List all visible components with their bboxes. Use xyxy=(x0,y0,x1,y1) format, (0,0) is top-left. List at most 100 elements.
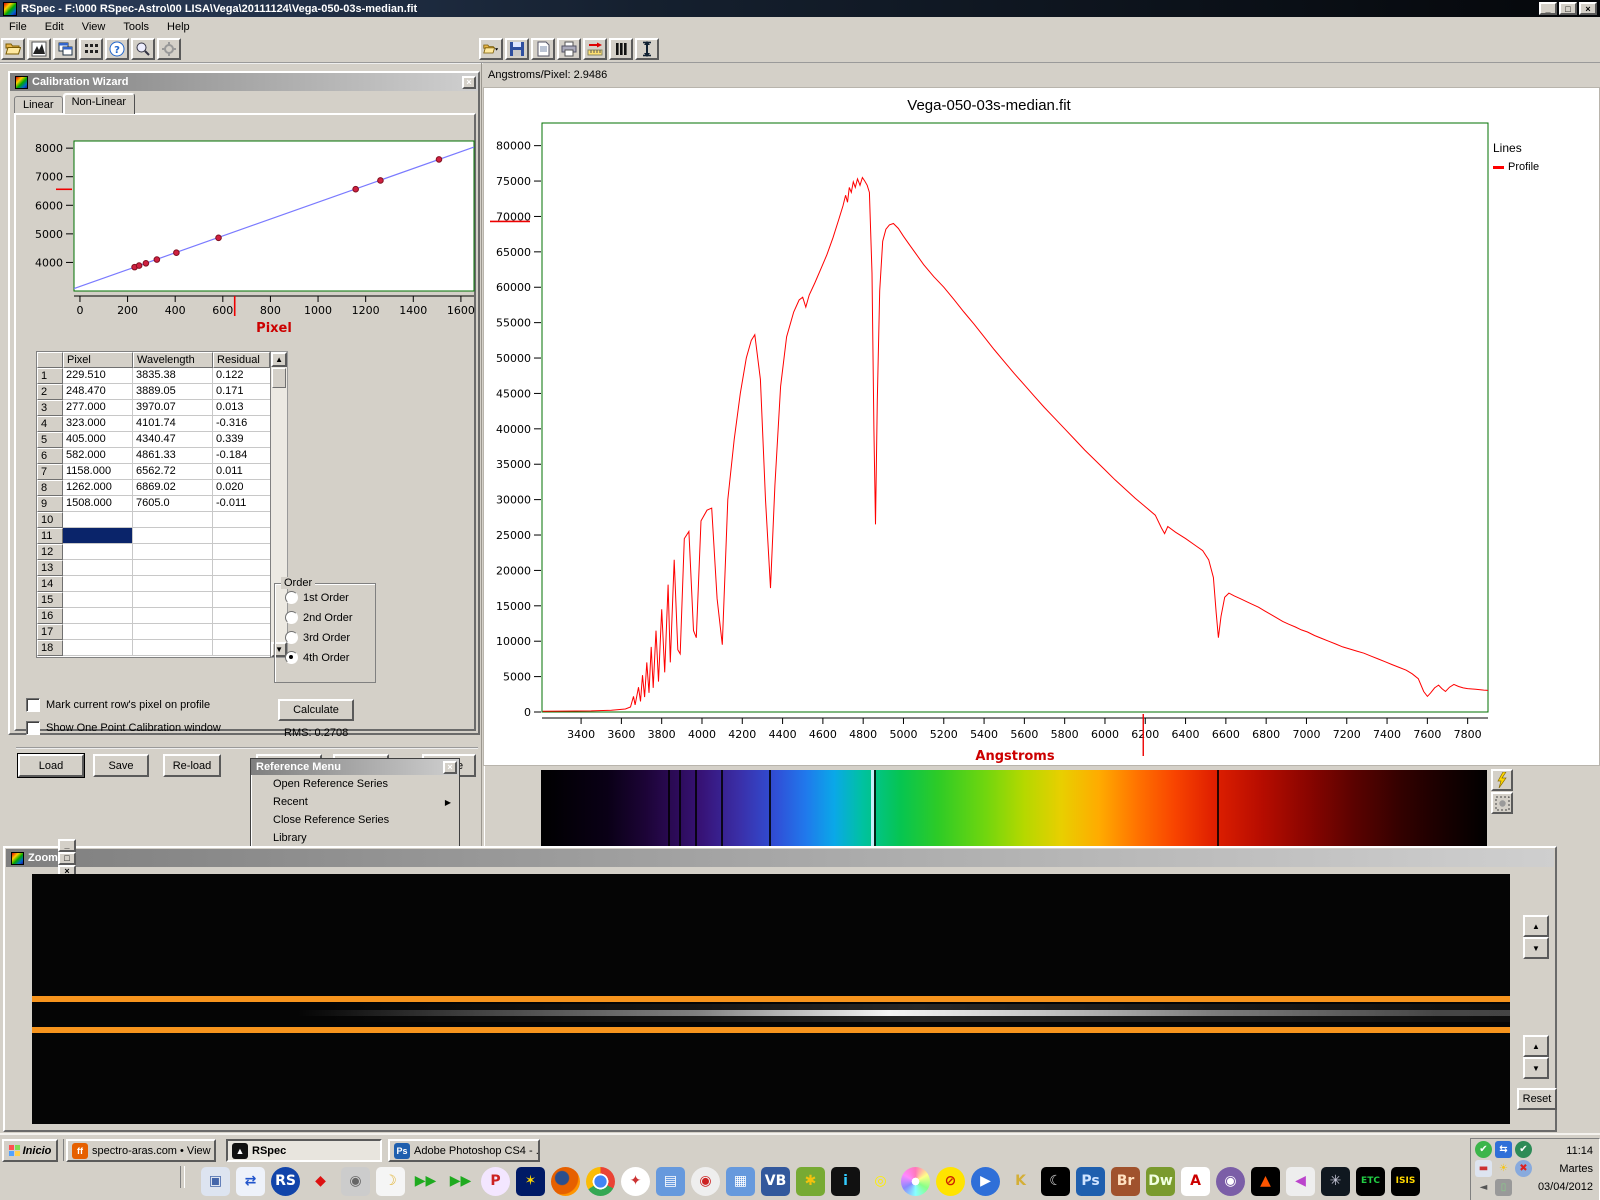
table-cell[interactable] xyxy=(133,512,213,528)
calculate-button[interactable]: Calculate xyxy=(278,699,354,721)
row-number[interactable]: 4 xyxy=(37,416,63,432)
table-cell[interactable] xyxy=(63,624,133,640)
row-number[interactable]: 10 xyxy=(37,512,63,528)
row-number[interactable]: 17 xyxy=(37,624,63,640)
row-number[interactable]: 18 xyxy=(37,640,63,656)
pan-up-icon[interactable]: ▲ xyxy=(1523,1035,1549,1057)
zoom-maximize-icon[interactable]: □ xyxy=(58,852,76,865)
maximize-icon[interactable]: □ xyxy=(1559,2,1577,15)
start-button[interactable]: Inicio xyxy=(2,1139,58,1162)
zoom-titlebar[interactable]: Zoom _□× xyxy=(6,849,1554,867)
minimize-icon[interactable]: _ xyxy=(1539,2,1557,15)
table-cell[interactable] xyxy=(63,592,133,608)
zoom-marker-line-bottom[interactable] xyxy=(32,1027,1510,1033)
task-firefox[interactable]: ffspectro-aras.com • View ... xyxy=(66,1139,216,1162)
table-cell[interactable]: 1262.000 xyxy=(63,480,133,496)
calibration-ruler-icon[interactable] xyxy=(583,38,607,60)
radio-icon[interactable] xyxy=(285,651,298,664)
table-cell[interactable] xyxy=(63,528,133,544)
image-info-icon[interactable]: i xyxy=(830,1164,861,1198)
red-diamonds-icon[interactable]: ◆ xyxy=(305,1164,336,1198)
antivirus-icon[interactable]: ✔ xyxy=(1475,1141,1492,1158)
menu-help[interactable]: Help xyxy=(158,19,199,35)
table-cell[interactable] xyxy=(213,592,270,608)
planetarium-icon[interactable]: ✦ xyxy=(620,1164,651,1198)
column-header-wavelength[interactable]: Wavelength xyxy=(133,352,213,368)
table-cell[interactable] xyxy=(213,640,270,656)
row-number[interactable]: 13 xyxy=(37,560,63,576)
table-cell[interactable] xyxy=(133,528,213,544)
reference-menu-close-icon[interactable]: × xyxy=(443,761,457,774)
table-cell[interactable] xyxy=(213,512,270,528)
table-cell[interactable]: 405.000 xyxy=(63,432,133,448)
dreamweaver-icon[interactable]: Dw xyxy=(1145,1164,1176,1198)
calibration-wizard-titlebar[interactable]: Calibration Wizard × xyxy=(10,73,478,91)
zoom-icon[interactable] xyxy=(131,38,155,60)
cascade-windows-icon[interactable] xyxy=(53,38,77,60)
radio-icon[interactable] xyxy=(285,631,298,644)
table-cell[interactable] xyxy=(63,640,133,656)
tab-linear[interactable]: Linear xyxy=(14,96,63,114)
lightning-icon[interactable] xyxy=(1491,769,1513,791)
order-radio-3[interactable]: 3rd Order xyxy=(285,631,375,644)
table-cell[interactable]: 229.510 xyxy=(63,368,133,384)
menu-item-library[interactable]: Library xyxy=(251,829,459,847)
table-cell[interactable] xyxy=(133,576,213,592)
reload-button[interactable]: Re-load xyxy=(163,754,221,777)
task-rspec[interactable]: ▲RSpec xyxy=(226,1139,382,1162)
table-cell[interactable] xyxy=(133,608,213,624)
row-number[interactable]: 3 xyxy=(37,400,63,416)
table-cell[interactable]: 323.000 xyxy=(63,416,133,432)
row-number[interactable]: 2 xyxy=(37,384,63,400)
table-cell[interactable] xyxy=(213,544,270,560)
table-cell[interactable] xyxy=(133,592,213,608)
table-cell[interactable]: 248.470 xyxy=(63,384,133,400)
table-cell[interactable]: 4340.47 xyxy=(133,432,213,448)
table-cell[interactable]: 1158.000 xyxy=(63,464,133,480)
table-cell[interactable]: -0.184 xyxy=(213,448,270,464)
scroll-thumb[interactable] xyxy=(272,368,286,388)
table-cell[interactable]: 3835.38 xyxy=(133,368,213,384)
phd-guiding-icon[interactable]: P xyxy=(480,1164,511,1198)
zoom-up-icon[interactable]: ▲ xyxy=(1523,915,1549,937)
table-cell[interactable]: 1508.000 xyxy=(63,496,133,512)
moon-photo-icon[interactable]: ☾ xyxy=(1040,1164,1071,1198)
table-cell[interactable]: 7605.0 xyxy=(133,496,213,512)
rs-cro-icon[interactable]: RS xyxy=(270,1164,301,1198)
calculator-icon[interactable]: ▦ xyxy=(725,1164,756,1198)
teamviewer-icon[interactable]: ⇆ xyxy=(1495,1141,1512,1158)
green-arrows-icon[interactable]: ▶▶ xyxy=(410,1164,441,1198)
load-button[interactable]: Load xyxy=(18,754,84,777)
table-cell[interactable] xyxy=(213,528,270,544)
save-icon[interactable] xyxy=(505,38,529,60)
star2000-icon[interactable]: ✶ xyxy=(515,1164,546,1198)
scroll-up-icon[interactable]: ▲ xyxy=(271,352,287,367)
selection-icon[interactable] xyxy=(1491,792,1513,814)
zoom-down-icon[interactable]: ▼ xyxy=(1523,937,1549,959)
table-cell[interactable] xyxy=(213,560,270,576)
cd-icon[interactable] xyxy=(900,1164,931,1198)
radio-icon[interactable] xyxy=(285,591,298,604)
table-cell[interactable] xyxy=(213,576,270,592)
menu-file[interactable]: File xyxy=(0,19,36,35)
zoom-image[interactable] xyxy=(32,874,1510,1124)
tile-windows-icon[interactable] xyxy=(79,38,103,60)
row-number[interactable]: 11 xyxy=(37,528,63,544)
column-header-pixel[interactable]: Pixel xyxy=(63,352,133,368)
lightbulb-icon[interactable]: ☀ xyxy=(1495,1160,1512,1177)
row-number[interactable]: 1 xyxy=(37,368,63,384)
etc-lisa-icon[interactable]: ETC xyxy=(1355,1164,1386,1198)
table-cell[interactable]: -0.316 xyxy=(213,416,270,432)
vb-icon[interactable]: VB xyxy=(760,1164,791,1198)
zoom-minimize-icon[interactable]: _ xyxy=(58,839,76,852)
table-cell[interactable] xyxy=(133,560,213,576)
media-player-icon[interactable]: ▶ xyxy=(970,1164,1001,1198)
table-cell[interactable]: 4101.74 xyxy=(133,416,213,432)
table-cell[interactable] xyxy=(63,576,133,592)
reference-menu-titlebar[interactable]: Reference Menu × xyxy=(251,759,459,775)
fan-icon[interactable]: ✳ xyxy=(1320,1164,1351,1198)
table-cell[interactable]: 6869.02 xyxy=(133,480,213,496)
row-number[interactable]: 12 xyxy=(37,544,63,560)
zoom-marker-line-top[interactable] xyxy=(32,996,1510,1002)
copy-icon[interactable] xyxy=(531,38,555,60)
